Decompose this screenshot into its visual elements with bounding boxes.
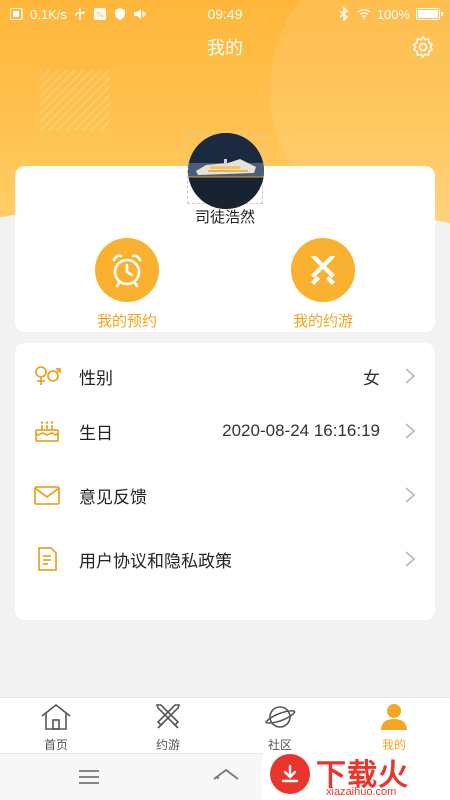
username: 司徒浩然 xyxy=(194,209,255,226)
privacy-policy-label: 用户协议和隐私政策 xyxy=(79,551,232,571)
document-icon xyxy=(33,545,61,573)
gender-value: 女 xyxy=(363,368,380,388)
avatar-frame xyxy=(187,133,264,209)
person-icon xyxy=(377,702,411,732)
tab-trips-label: 约游 xyxy=(155,738,180,752)
list-item-feedback[interactable]: 意见反馈 xyxy=(15,475,435,515)
network-speed: 0.1K/s xyxy=(30,6,67,22)
bluetooth-icon xyxy=(337,7,351,21)
birthday-label: 生日 xyxy=(79,423,113,443)
tab-trips[interactable]: 约游 xyxy=(128,702,208,753)
my-reservations-button[interactable]: 我的预约 xyxy=(72,238,182,331)
tab-community[interactable]: 社区 xyxy=(240,702,320,753)
notification-badge-icon: % xyxy=(93,7,107,21)
home-nav-icon[interactable] xyxy=(211,766,239,788)
birthday-cake-icon xyxy=(33,417,61,445)
my-trips-button[interactable]: 我的约游 xyxy=(268,238,378,331)
tab-profile[interactable]: 我的 xyxy=(354,702,434,753)
settings-list: 性别 女 生日 2020-08-24 16:16:19 意见反馈 用户协议和隐私… xyxy=(15,343,435,620)
bottom-tab-bar: 首页 约游 社区 我的 xyxy=(0,697,450,753)
chevron-right-icon xyxy=(403,421,417,441)
download-icon xyxy=(270,754,310,794)
watermark: 下载火 xiazaihuo.com xyxy=(262,750,450,800)
list-item-privacy-policy[interactable]: 用户协议和隐私政策 xyxy=(15,539,435,579)
feedback-label: 意见反馈 xyxy=(79,487,147,507)
birthday-value: 2020-08-24 16:16:19 xyxy=(222,421,380,440)
planet-icon xyxy=(263,702,297,732)
page-title: 我的 xyxy=(207,38,243,58)
svg-text:%: % xyxy=(96,11,104,20)
menu-icon[interactable] xyxy=(76,766,102,788)
decorative-stripes xyxy=(40,70,110,130)
list-item-birthday[interactable]: 生日 2020-08-24 16:16:19 xyxy=(15,411,435,451)
shield-icon xyxy=(113,7,127,21)
chevron-right-icon xyxy=(403,485,417,505)
gender-label: 性别 xyxy=(79,368,113,388)
gender-icon xyxy=(33,362,61,390)
alarm-clock-icon xyxy=(95,238,159,302)
title-bar: 我的 xyxy=(0,30,450,64)
gear-icon[interactable] xyxy=(410,34,436,60)
battery-percent: 100% xyxy=(376,6,410,22)
crossed-swords-icon xyxy=(151,702,185,732)
avatar[interactable] xyxy=(188,133,264,209)
wifi-icon xyxy=(357,7,371,21)
watermark-url: xiazaihuo.com xyxy=(326,786,397,798)
usb-icon xyxy=(73,7,87,21)
battery-icon xyxy=(416,8,443,20)
chevron-right-icon xyxy=(403,549,417,569)
tab-home-label: 首页 xyxy=(43,738,68,752)
mute-icon xyxy=(133,7,147,21)
tab-home[interactable]: 首页 xyxy=(16,702,96,753)
home-icon xyxy=(39,702,73,732)
list-item-gender[interactable]: 性别 女 xyxy=(15,356,435,396)
signal-icon xyxy=(10,7,24,21)
battery-fill xyxy=(418,10,438,18)
crossed-swords-icon xyxy=(291,238,355,302)
chevron-right-icon xyxy=(403,366,417,386)
envelope-icon xyxy=(33,481,61,509)
status-bar: 0.1K/s % 09:49 100% xyxy=(0,0,450,28)
my-reservations-label: 我的预约 xyxy=(96,313,157,330)
my-trips-label: 我的约游 xyxy=(292,313,353,330)
